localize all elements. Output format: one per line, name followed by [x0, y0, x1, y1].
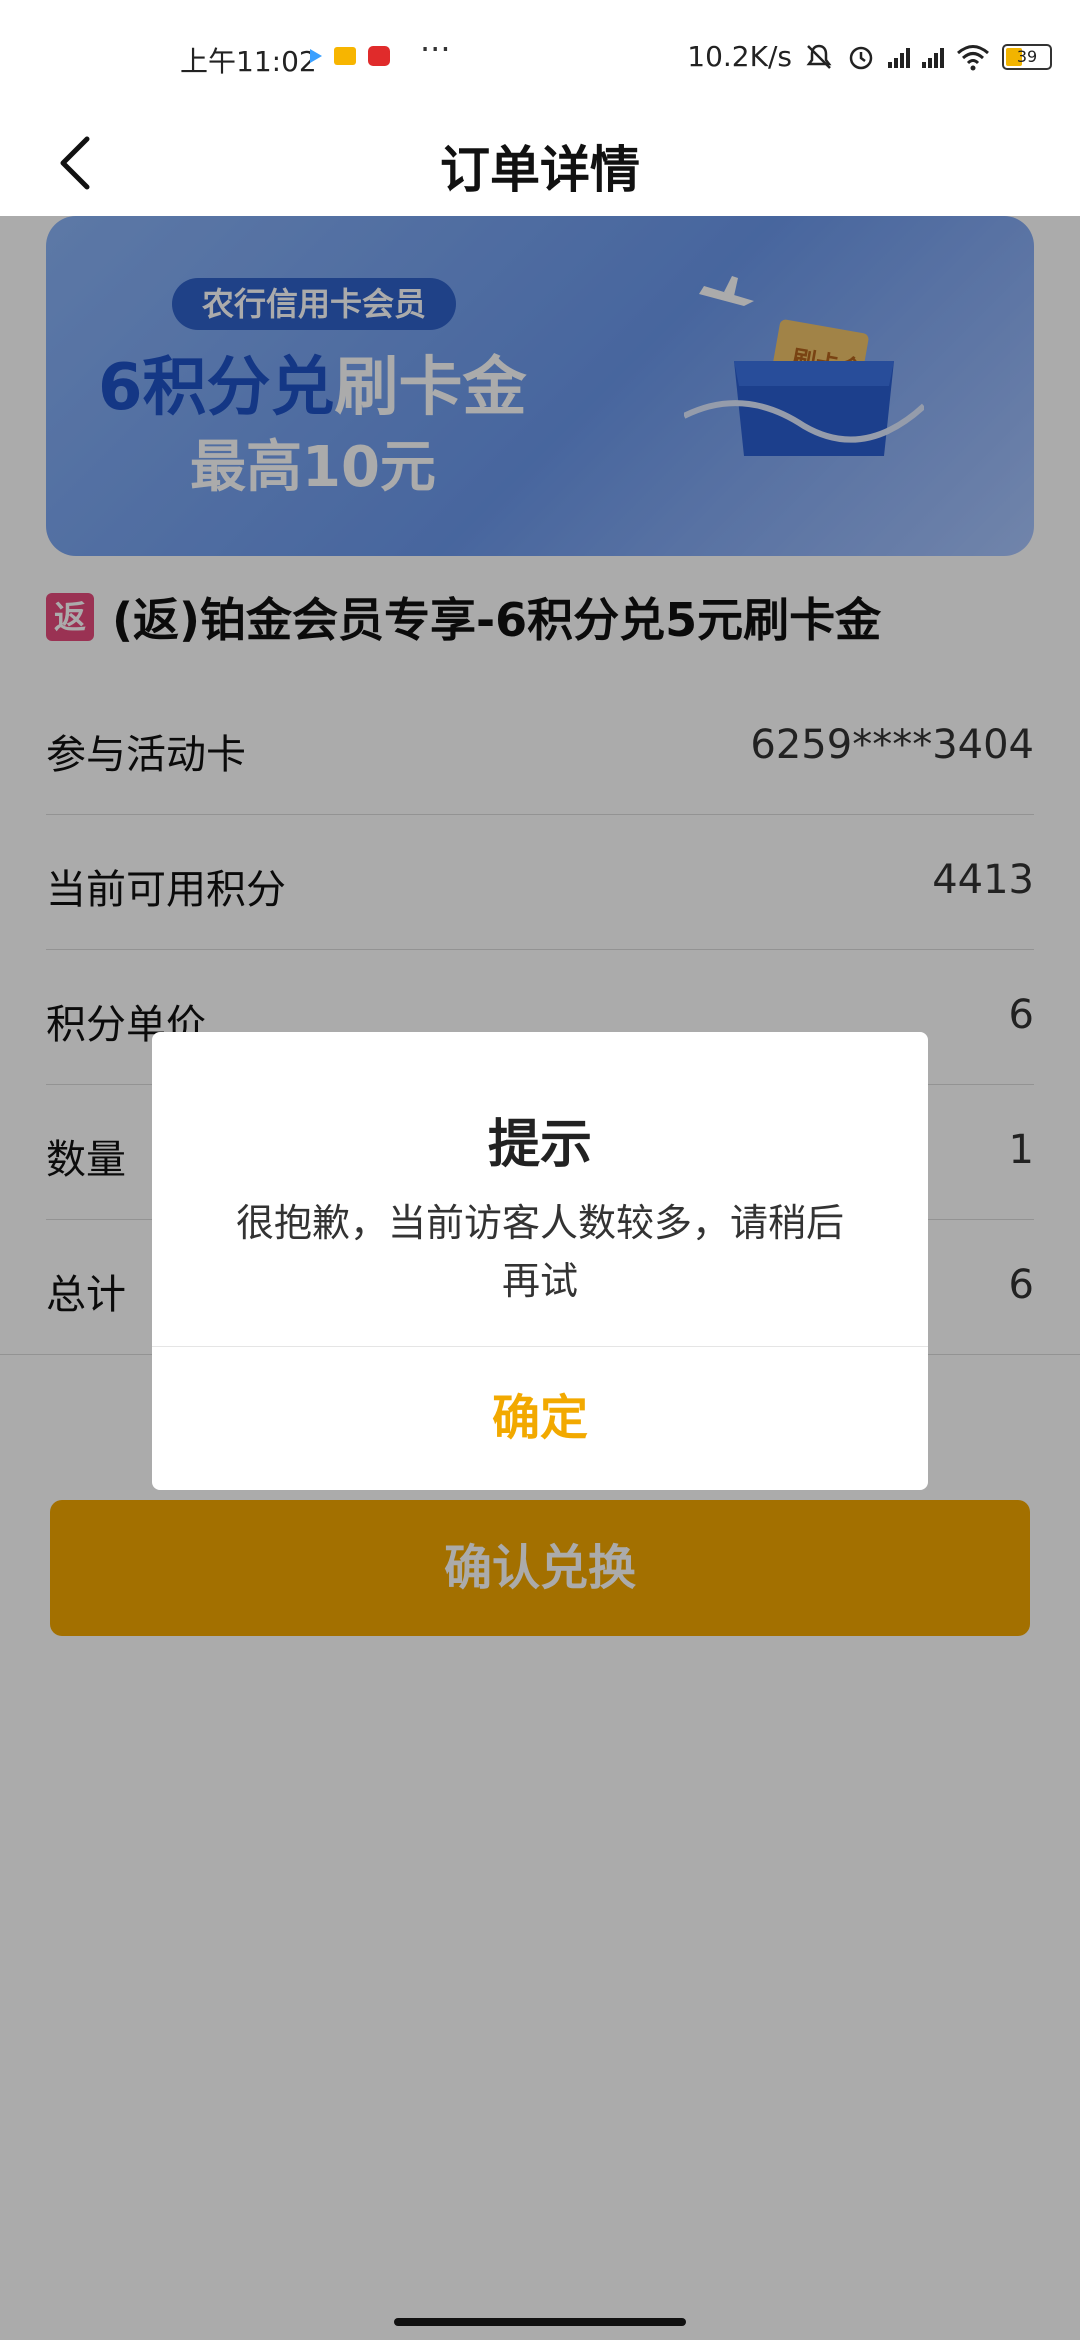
battery-icon: 39: [1002, 43, 1052, 70]
nav-bar: 订单详情: [0, 108, 1080, 216]
hd-signal-icon: [888, 46, 910, 68]
home-indicator[interactable]: [394, 2318, 686, 2326]
hd-signal-icon-2: [922, 46, 944, 68]
status-time: 上午11:02: [180, 45, 317, 78]
more-notifications-icon: ···: [420, 30, 451, 68]
notification-icons: [310, 46, 390, 66]
play-store-icon: [310, 49, 322, 63]
dialog-message: 很抱歉，当前访客人数较多，请稍后再试: [235, 1201, 844, 1303]
dialog-title: 提示: [487, 1115, 592, 1175]
page-title: 订单详情: [440, 141, 640, 199]
alarm-icon: [849, 46, 873, 69]
mute-icon: [806, 44, 832, 69]
alert-dialog: 提示 很抱歉，当前访客人数较多，请稍后再试 确定: [152, 1032, 928, 1490]
status-right: 10.2K/s 39: [687, 40, 1052, 73]
app-notification-icon: [368, 46, 390, 66]
dialog-ok-button[interactable]: 确定: [152, 1346, 928, 1490]
wifi-icon: [957, 44, 989, 70]
message-icon: [334, 47, 356, 65]
battery-level: 39: [1016, 46, 1038, 66]
status-bar: 上午11:02 ··· 10.2K/s 39: [0, 0, 1080, 108]
network-speed: 10.2K/s: [687, 40, 792, 73]
